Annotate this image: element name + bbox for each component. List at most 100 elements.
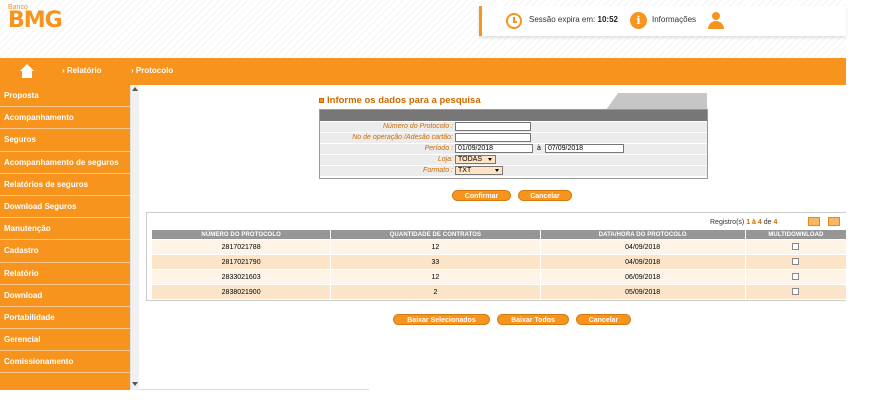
cell-data: 04/09/2018: [540, 255, 745, 269]
search-form: Número do Protocolo : No de operação /Ad…: [319, 109, 708, 179]
period-start-input[interactable]: 01/09/2018: [455, 144, 533, 153]
cell-protocolo: 2833021603: [152, 270, 331, 284]
row-periodo: Período : 01/09/2018 à 07/09/2018: [320, 144, 707, 154]
page: Banco BMG Sessão expira em: 10:52 i Info…: [0, 0, 882, 400]
form-title-text: Informe os dados para a pesquisa: [327, 95, 481, 106]
cell-quantidade: 12: [331, 270, 540, 284]
cell-protocolo: 2817021790: [152, 255, 331, 269]
sidebar-scrollbar[interactable]: [130, 85, 139, 390]
col-numero-protocolo[interactable]: NÚMERO DO PROTOCOLO: [152, 230, 331, 239]
sidebar-item-relatorios-seguros[interactable]: Relatórios de seguros: [0, 174, 130, 196]
sidebar-item-cadastro[interactable]: Cadastro: [0, 240, 130, 263]
cell-multidownload: [745, 255, 846, 269]
period-label: Período :: [424, 145, 453, 152]
cancel-button[interactable]: Cancelar: [518, 190, 572, 201]
col-quantidade[interactable]: QUANTIDADE DE CONTRATOS: [331, 230, 540, 239]
sidebar-item-acompanhamento-seguros[interactable]: Acompanhamento de seguros: [0, 152, 130, 174]
row-formato: Formato : TXT: [320, 166, 707, 176]
store-label: Loja:: [437, 156, 453, 163]
multidownload-checkbox[interactable]: [792, 288, 800, 296]
row-operacao: No de operação /Adesão cartão:: [320, 133, 707, 143]
sidebar-item-portabilidade[interactable]: Portabilidade: [0, 307, 130, 330]
divider: [139, 389, 369, 390]
records-de: de: [763, 219, 772, 226]
store-select[interactable]: TODAS: [455, 155, 496, 164]
table-row: 2838021900 2 05/09/2018: [152, 285, 846, 299]
cell-quantidade: 2: [331, 285, 540, 299]
records-info: Registro(s) 1 à 4 de 4: [710, 219, 777, 226]
table-row: 2817021790 33 04/09/2018: [152, 255, 846, 269]
sidebar-item-relatorio[interactable]: Relatório: [0, 263, 130, 285]
store-select-value: TODAS: [458, 156, 482, 163]
download-selected-button[interactable]: Baixar Selecionados: [393, 314, 490, 325]
sidebar-item-comissionamento[interactable]: Comissionamento: [0, 351, 130, 374]
sidebar-item-acompanhamento[interactable]: Acompanhamento: [0, 107, 130, 130]
bank-logo[interactable]: Banco BMG: [8, 4, 63, 33]
table-row: 2833021603 12 06/09/2018: [152, 270, 846, 284]
records-prefix: Registro(s): [710, 219, 745, 226]
sidebar-item-download-seguros[interactable]: Download Seguros: [0, 196, 130, 219]
info-icon[interactable]: i: [630, 12, 647, 29]
bullet-icon: [319, 97, 324, 103]
form-title: Informe os dados para a pesquisa: [319, 95, 481, 106]
sidebar-item-proposta[interactable]: Proposta: [0, 85, 130, 108]
nav-item-relatorio[interactable]: › Relatório: [62, 66, 102, 75]
sidebar-item-seguros[interactable]: Seguros: [0, 129, 130, 152]
sidebar-item-download[interactable]: Download: [0, 285, 130, 307]
protocol-table: NÚMERO DO PROTOCOLO QUANTIDADE DE CONTRA…: [151, 229, 847, 300]
confirm-button[interactable]: Confirmar: [452, 190, 511, 201]
cell-multidownload: [745, 270, 846, 284]
cell-data: 06/09/2018: [540, 270, 745, 284]
multidownload-checkbox[interactable]: [792, 273, 800, 281]
col-data-hora[interactable]: DATA/HORA DO PROTOCOLO: [540, 230, 745, 239]
sidebar-menu: Proposta Acompanhamento Seguros Acompanh…: [0, 85, 130, 390]
nav-item-label: Relatório: [66, 66, 102, 75]
chevron-down-icon: [488, 158, 492, 161]
multidownload-checkbox[interactable]: [792, 243, 800, 251]
export-file-icon[interactable]: [828, 217, 840, 226]
home-icon[interactable]: [20, 64, 34, 78]
session-expiry: Sessão expira em: 10:52: [529, 15, 618, 24]
cell-quantidade: 33: [331, 255, 540, 269]
records-from: 1: [746, 219, 751, 226]
records-mid: à: [752, 219, 756, 226]
cell-protocolo: 2838021900: [152, 285, 331, 299]
records-to: 4: [757, 219, 762, 226]
protocol-input[interactable]: [455, 122, 531, 131]
multidownload-checkbox[interactable]: [792, 258, 800, 266]
cell-multidownload: [745, 285, 846, 299]
nav-item-protocolo[interactable]: › Protocolo: [131, 66, 173, 75]
operation-input[interactable]: [455, 133, 531, 142]
table-header-row: NÚMERO DO PROTOCOLO QUANTIDADE DE CONTRA…: [152, 230, 846, 239]
cell-data: 05/09/2018: [540, 285, 745, 299]
results-panel: Registro(s) 1 à 4 de 4 NÚMERO DO PROTOCO…: [146, 212, 846, 301]
protocol-label: Número do Protocolo :: [382, 123, 453, 130]
scroll-up-icon[interactable]: [132, 87, 138, 91]
export-excel-icon[interactable]: [808, 217, 820, 226]
format-label: Formato :: [423, 167, 453, 174]
cell-multidownload: [745, 240, 846, 254]
format-select[interactable]: TXT: [455, 166, 503, 175]
operation-label: No de operação /Adesão cartão:: [352, 134, 453, 141]
period-end-input[interactable]: 07/09/2018: [545, 144, 624, 153]
user-icon[interactable]: [707, 12, 725, 30]
scroll-down-icon[interactable]: [132, 382, 138, 386]
table-row: 2817021788 12 04/09/2018: [152, 240, 846, 254]
clock-icon: [506, 13, 522, 29]
format-select-value: TXT: [458, 167, 472, 174]
row-loja: Loja: TODAS: [320, 155, 707, 165]
download-all-button[interactable]: Baixar Todos: [497, 314, 569, 325]
sidebar-item-gerencial[interactable]: Gerencial: [0, 329, 130, 352]
sidebar-item-manutencao[interactable]: Manutenção: [0, 218, 130, 241]
col-multidownload[interactable]: MULTIDOWNLOAD: [745, 230, 846, 239]
period-separator: à: [537, 145, 541, 152]
chevron-down-icon: [495, 169, 499, 172]
cell-quantidade: 12: [331, 240, 540, 254]
top-header: Banco BMG Sessão expira em: 10:52 i Info…: [0, 0, 846, 58]
row-protocolo: Número do Protocolo :: [320, 122, 707, 132]
results-cancel-button[interactable]: Cancelar: [576, 314, 631, 325]
cell-protocolo: 2817021788: [152, 240, 331, 254]
info-link[interactable]: Informações: [652, 15, 696, 24]
logo-big-text: BMG: [8, 8, 63, 33]
session-label: Sessão expira em:: [529, 15, 596, 24]
